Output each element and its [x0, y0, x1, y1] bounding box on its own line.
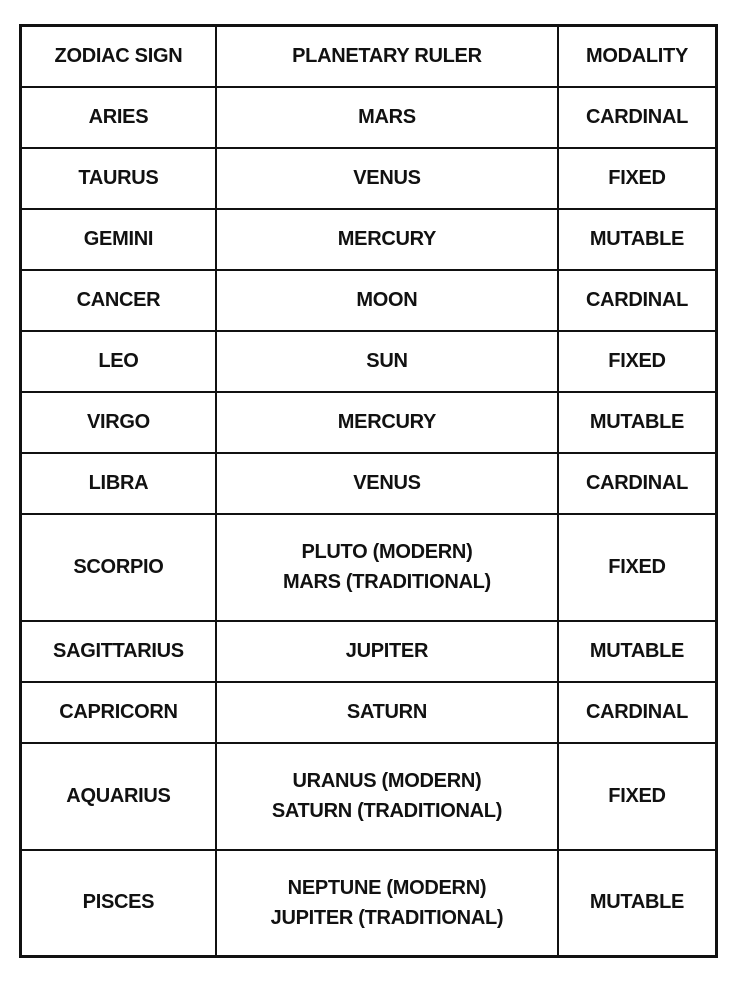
zodiac-sign-cell: VIRGO	[19, 390, 217, 454]
ruler-line: MERCURY	[337, 228, 437, 250]
modality-cell: MUTABLE	[557, 390, 718, 454]
zodiac-sign-cell: CANCER	[19, 268, 217, 332]
zodiac-sign-cell: ARIES	[19, 85, 217, 149]
table-row: SCORPIO PLUTO (MODERN) MARS (TRADITIONAL) F…	[19, 512, 718, 622]
ruler-line: SATURN (TRADITIONAL)	[271, 800, 503, 822]
planetary-ruler-cell: VENUS	[214, 451, 560, 515]
planetary-ruler-cell: URANUS (MODERN) SATURN (TRADITIONAL)	[214, 741, 560, 851]
modality-cell: CARDINAL	[557, 85, 718, 149]
planetary-ruler-cell: JUPITER	[214, 619, 560, 683]
table-row: LEO SUN FIXED	[19, 329, 718, 393]
ruler-line: MARS	[358, 106, 416, 128]
ruler-line: PLUTO (MODERN)	[301, 541, 473, 563]
modality-cell: FIXED	[557, 741, 718, 851]
header-modality: MODALITY	[557, 24, 718, 88]
table-row: CAPRICORN SATURN CARDINAL	[19, 680, 718, 744]
planetary-ruler-cell: MERCURY	[214, 207, 560, 271]
header-planetary-ruler: PLANETARY RULER	[214, 24, 560, 88]
modality-cell: FIXED	[557, 512, 718, 622]
zodiac-sign-cell: CAPRICORN	[19, 680, 217, 744]
zodiac-sign-cell: SCORPIO	[19, 512, 217, 622]
modality-cell: FIXED	[557, 329, 718, 393]
ruler-line: URANUS (MODERN)	[292, 770, 482, 792]
planetary-ruler-cell: MERCURY	[214, 390, 560, 454]
modality-cell: CARDINAL	[557, 268, 718, 332]
zodiac-table: ZODIAC SIGN PLANETARY RULER MODALITY ARI…	[19, 24, 718, 958]
table-row: AQUARIUS URANUS (MODERN) SATURN (TRADITION…	[19, 741, 718, 851]
planetary-ruler-cell: SATURN	[214, 680, 560, 744]
zodiac-sign-cell: LEO	[19, 329, 217, 393]
ruler-line: MERCURY	[337, 411, 437, 433]
modality-cell: MUTABLE	[557, 848, 718, 958]
ruler-line: JUPITER (TRADITIONAL)	[270, 906, 504, 929]
ruler-line: MOON	[356, 289, 418, 311]
modality-cell: MUTABLE	[557, 619, 718, 683]
modality-cell: CARDINAL	[557, 451, 718, 515]
table-row: PISCES NEPTUNE (MODERN) JUPITER (TRADITION…	[19, 848, 718, 958]
ruler-line: VENUS	[353, 472, 421, 494]
planetary-ruler-cell: MARS	[214, 85, 560, 149]
zodiac-sign-cell: PISCES	[19, 848, 217, 958]
planetary-ruler-cell: VENUS	[214, 146, 560, 210]
planetary-ruler-cell: NEPTUNE (MODERN) JUPITER (TRADITIONAL)	[214, 848, 560, 958]
modality-cell: CARDINAL	[557, 680, 718, 744]
modality-cell: FIXED	[557, 146, 718, 210]
table-row: LIBRA VENUS CARDINAL	[19, 451, 718, 515]
zodiac-sign-cell: GEMINI	[19, 207, 217, 271]
ruler-line: SATURN	[346, 701, 427, 723]
ruler-line: MARS (TRADITIONAL)	[282, 571, 491, 593]
table-row: TAURUS VENUS FIXED	[19, 146, 718, 210]
table-row: CANCER MOON CARDINAL	[19, 268, 718, 332]
table-row: VIRGO MERCURY MUTABLE	[19, 390, 718, 454]
table-row: ARIES MARS CARDINAL	[19, 85, 718, 149]
ruler-line: SUN	[366, 350, 408, 372]
table-row: GEMINI MERCURY MUTABLE	[19, 207, 718, 271]
ruler-line: NEPTUNE (MODERN)	[287, 876, 487, 899]
header-row: ZODIAC SIGN PLANETARY RULER MODALITY	[19, 24, 718, 88]
ruler-line: JUPITER	[345, 640, 429, 662]
zodiac-sign-cell: TAURUS	[19, 146, 217, 210]
planetary-ruler-cell: PLUTO (MODERN) MARS (TRADITIONAL)	[214, 512, 560, 622]
zodiac-sign-cell: AQUARIUS	[19, 741, 217, 851]
planetary-ruler-cell: MOON	[214, 268, 560, 332]
ruler-line: VENUS	[353, 167, 421, 189]
zodiac-sign-cell: LIBRA	[19, 451, 217, 515]
zodiac-sign-cell: SAGITTARIUS	[19, 619, 217, 683]
header-zodiac-sign: ZODIAC SIGN	[19, 24, 217, 88]
planetary-ruler-cell: SUN	[214, 329, 560, 393]
table-row: SAGITTARIUS JUPITER MUTABLE	[19, 619, 718, 683]
modality-cell: MUTABLE	[557, 207, 718, 271]
